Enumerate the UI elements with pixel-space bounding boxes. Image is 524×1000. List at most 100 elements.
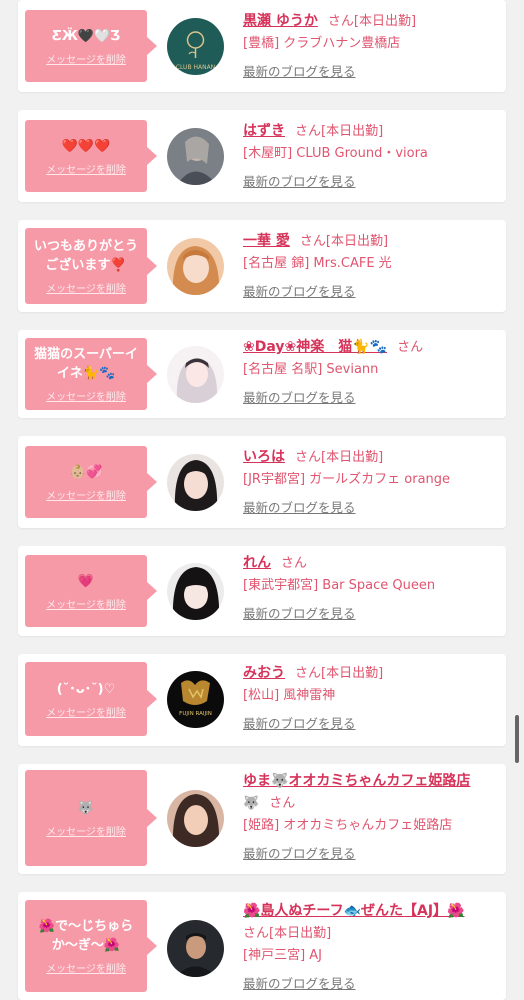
latest-blog-link[interactable]: 最新のブログを見る [243, 843, 356, 862]
avatar-logo-text: CLUB HANAN [176, 64, 215, 71]
status-badge: [本日出勤] [353, 14, 417, 29]
message-bubble: (˘･ᴗ･˘)♡ メッセージを削除 [25, 662, 157, 736]
message-bubble: 👶🏼💞 メッセージを削除 [25, 446, 157, 518]
cast-name-link[interactable]: はずき [243, 123, 285, 139]
message-card: ƸӜ🖤🤍Ʒ メッセージを削除 CLUB HANAN 黒瀬 ゆうか さん[本日出勤]… [18, 0, 506, 92]
message-text: (˘･ᴗ･˘)♡ [56, 681, 116, 697]
latest-blog-link[interactable]: 最新のブログを見る [243, 713, 356, 732]
message-text: ƸӜ🖤🤍Ʒ [51, 28, 121, 44]
cast-info: 🌺島人ぬチーフ🐟ぜんた【AJ】🌺 さん[本日出勤] [神戸三宮] AJ 最新のブ… [243, 900, 503, 992]
status-badge: [本日出勤] [321, 450, 384, 465]
delete-message-link[interactable]: メッセージを削除 [46, 704, 126, 719]
cast-name-link[interactable]: みおう [243, 665, 285, 681]
delete-message-link[interactable]: メッセージを削除 [46, 823, 126, 838]
status-badge: [本日出勤] [321, 666, 384, 681]
profile-photo-icon [167, 128, 224, 185]
name-extra-icon: 🐺 [243, 796, 260, 811]
avatar[interactable] [167, 563, 224, 620]
latest-blog-link[interactable]: 最新のブログを見る [243, 281, 356, 300]
rose-logo-icon: CLUB HANAN [167, 18, 224, 75]
cast-info: 一華 愛さん[本日出勤] [名古屋 錦] Mrs.CAFE 光 最新のブログを見… [243, 230, 503, 300]
avatar[interactable] [167, 920, 224, 977]
avatar[interactable] [167, 790, 224, 847]
delete-message-link[interactable]: メッセージを削除 [46, 51, 126, 66]
honorific: さん [295, 666, 322, 681]
message-card: (˘･ᴗ･˘)♡ メッセージを削除 FUJIN RAIJIN みおう さん[本日出… [18, 654, 506, 746]
honorific: さん [269, 796, 296, 811]
shop-name: [JR宇都宮] ガールズカフェ orange [243, 472, 451, 487]
delete-message-link[interactable]: メッセージを削除 [46, 280, 126, 295]
message-card: 💗 メッセージを削除 れん さん [東武宇都宮] Bar Space Queen … [18, 546, 506, 636]
latest-blog-link[interactable]: 最新のブログを見る [243, 61, 356, 80]
status-badge: [本日出勤] [321, 124, 384, 139]
cast-info: ❀Day❀神楽 猫🐈🐾 さん [名古屋 名駅] Seviann 最新のブログを見る [243, 336, 503, 406]
profile-photo-icon [167, 790, 224, 847]
cast-name-link[interactable]: いろは [243, 449, 285, 465]
message-card: 🌺で〜じちゅら か〜ぎ〜🌺 メッセージを削除 🌺島人ぬチーフ🐟ぜんた【AJ】🌺 … [18, 892, 506, 1000]
shop-name: [姫路] オオカミちゃんカフェ姫路店 [243, 818, 453, 833]
shop-name: [松山] 風神雷神 [243, 688, 336, 703]
avatar[interactable]: FUJIN RAIJIN [167, 671, 224, 728]
message-card: ❤️❤️❤️ メッセージを削除 はずき さん[本日出勤] [木屋町] CLUB G… [18, 110, 506, 202]
dragon-logo-icon: FUJIN RAIJIN [167, 671, 224, 728]
message-text: 🐺 [77, 800, 95, 816]
cast-name-link[interactable]: ゆま🐺オオカミちゃんカフェ姫路店 [243, 773, 470, 789]
honorific: さん [397, 340, 424, 355]
delete-message-link[interactable]: メッセージを削除 [46, 487, 126, 502]
honorific: さん [281, 556, 308, 571]
shop-name: [名古屋 名駅] Seviann [243, 362, 379, 377]
message-text: ❤️❤️❤️ [61, 138, 111, 154]
message-bubble: 🐺 メッセージを削除 [25, 770, 157, 866]
message-text: いつもありがとう ございます❣️ [33, 239, 138, 273]
message-text: 🌺で〜じちゅら か〜ぎ〜🌺 [38, 919, 134, 953]
message-card: 🐺 メッセージを削除 ゆま🐺オオカミちゃんカフェ姫路店 🐺 さん [姫路] オオカ… [18, 764, 506, 874]
latest-blog-link[interactable]: 最新のブログを見る [243, 387, 356, 406]
profile-photo-icon [167, 563, 224, 620]
honorific: さん [299, 234, 326, 249]
avatar[interactable] [167, 128, 224, 185]
message-card: 👶🏼💞 メッセージを削除 いろは さん[本日出勤] [JR宇都宮] ガールズカフェ… [18, 436, 506, 528]
message-text: 👶🏼💞 [69, 464, 103, 480]
cast-info: はずき さん[本日出勤] [木屋町] CLUB Ground・viora 最新のブ… [243, 120, 503, 190]
latest-blog-link[interactable]: 最新のブログを見る [243, 973, 356, 992]
scrollbar[interactable] [515, 715, 519, 763]
status-badge: [本日出勤] [325, 234, 389, 249]
shop-name: [神戸三宮] AJ [243, 948, 323, 963]
message-bubble: 🌺で〜じちゅら か〜ぎ〜🌺 メッセージを削除 [25, 900, 157, 992]
cast-info: れん さん [東武宇都宮] Bar Space Queen 最新のブログを見る [243, 552, 503, 622]
delete-message-link[interactable]: メッセージを削除 [46, 596, 126, 611]
cast-info: みおう さん[本日出勤] [松山] 風神雷神 最新のブログを見る [243, 662, 503, 732]
latest-blog-link[interactable]: 最新のブログを見る [243, 603, 356, 622]
avatar[interactable] [167, 238, 224, 295]
profile-photo-icon [167, 920, 224, 977]
profile-photo-icon [167, 454, 224, 511]
message-bubble: ❤️❤️❤️ メッセージを削除 [25, 120, 157, 192]
shop-name: [木屋町] CLUB Ground・viora [243, 146, 428, 161]
message-card: 猫猫のスーパーイ イネ🐈🐾 メッセージを削除 ❀Day❀神楽 猫🐈🐾 さん [名古… [18, 330, 506, 418]
cast-name-link[interactable]: 一華 愛 [243, 233, 290, 249]
delete-message-link[interactable]: メッセージを削除 [46, 388, 126, 403]
delete-message-link[interactable]: メッセージを削除 [46, 960, 126, 975]
cast-name-link[interactable]: れん [243, 555, 271, 571]
cast-name-link[interactable]: 黒瀬 ゆうか [243, 13, 318, 29]
message-bubble: ƸӜ🖤🤍Ʒ メッセージを削除 [25, 10, 157, 82]
honorific: さん [243, 926, 270, 941]
shop-name: [名古屋 錦] Mrs.CAFE 光 [243, 256, 392, 271]
message-bubble: 猫猫のスーパーイ イネ🐈🐾 メッセージを削除 [25, 338, 157, 410]
cast-info: 黒瀬 ゆうか さん[本日出勤] [豊橋] クラブハナン豊橋店 最新のブログを見る [243, 10, 503, 80]
shop-name: [豊橋] クラブハナン豊橋店 [243, 36, 401, 51]
cast-info: ゆま🐺オオカミちゃんカフェ姫路店 🐺 さん [姫路] オオカミちゃんカフェ姫路店 … [243, 770, 503, 862]
latest-blog-link[interactable]: 最新のブログを見る [243, 171, 356, 190]
status-badge: [本日出勤] [269, 926, 332, 941]
latest-blog-link[interactable]: 最新のブログを見る [243, 497, 356, 516]
cast-name-link[interactable]: 🌺島人ぬチーフ🐟ぜんた【AJ】🌺 [243, 903, 465, 919]
avatar[interactable]: CLUB HANAN [167, 18, 224, 75]
profile-photo-icon [167, 238, 224, 295]
delete-message-link[interactable]: メッセージを削除 [46, 161, 126, 176]
message-text: 猫猫のスーパーイ イネ🐈🐾 [34, 347, 138, 381]
avatar[interactable] [167, 346, 224, 403]
avatar[interactable] [167, 454, 224, 511]
message-card: いつもありがとう ございます❣️ メッセージを削除 一華 愛さん[本日出勤] [… [18, 220, 506, 312]
cast-name-link[interactable]: ❀Day❀神楽 猫🐈🐾 [243, 339, 387, 355]
message-bubble: 💗 メッセージを削除 [25, 555, 157, 627]
